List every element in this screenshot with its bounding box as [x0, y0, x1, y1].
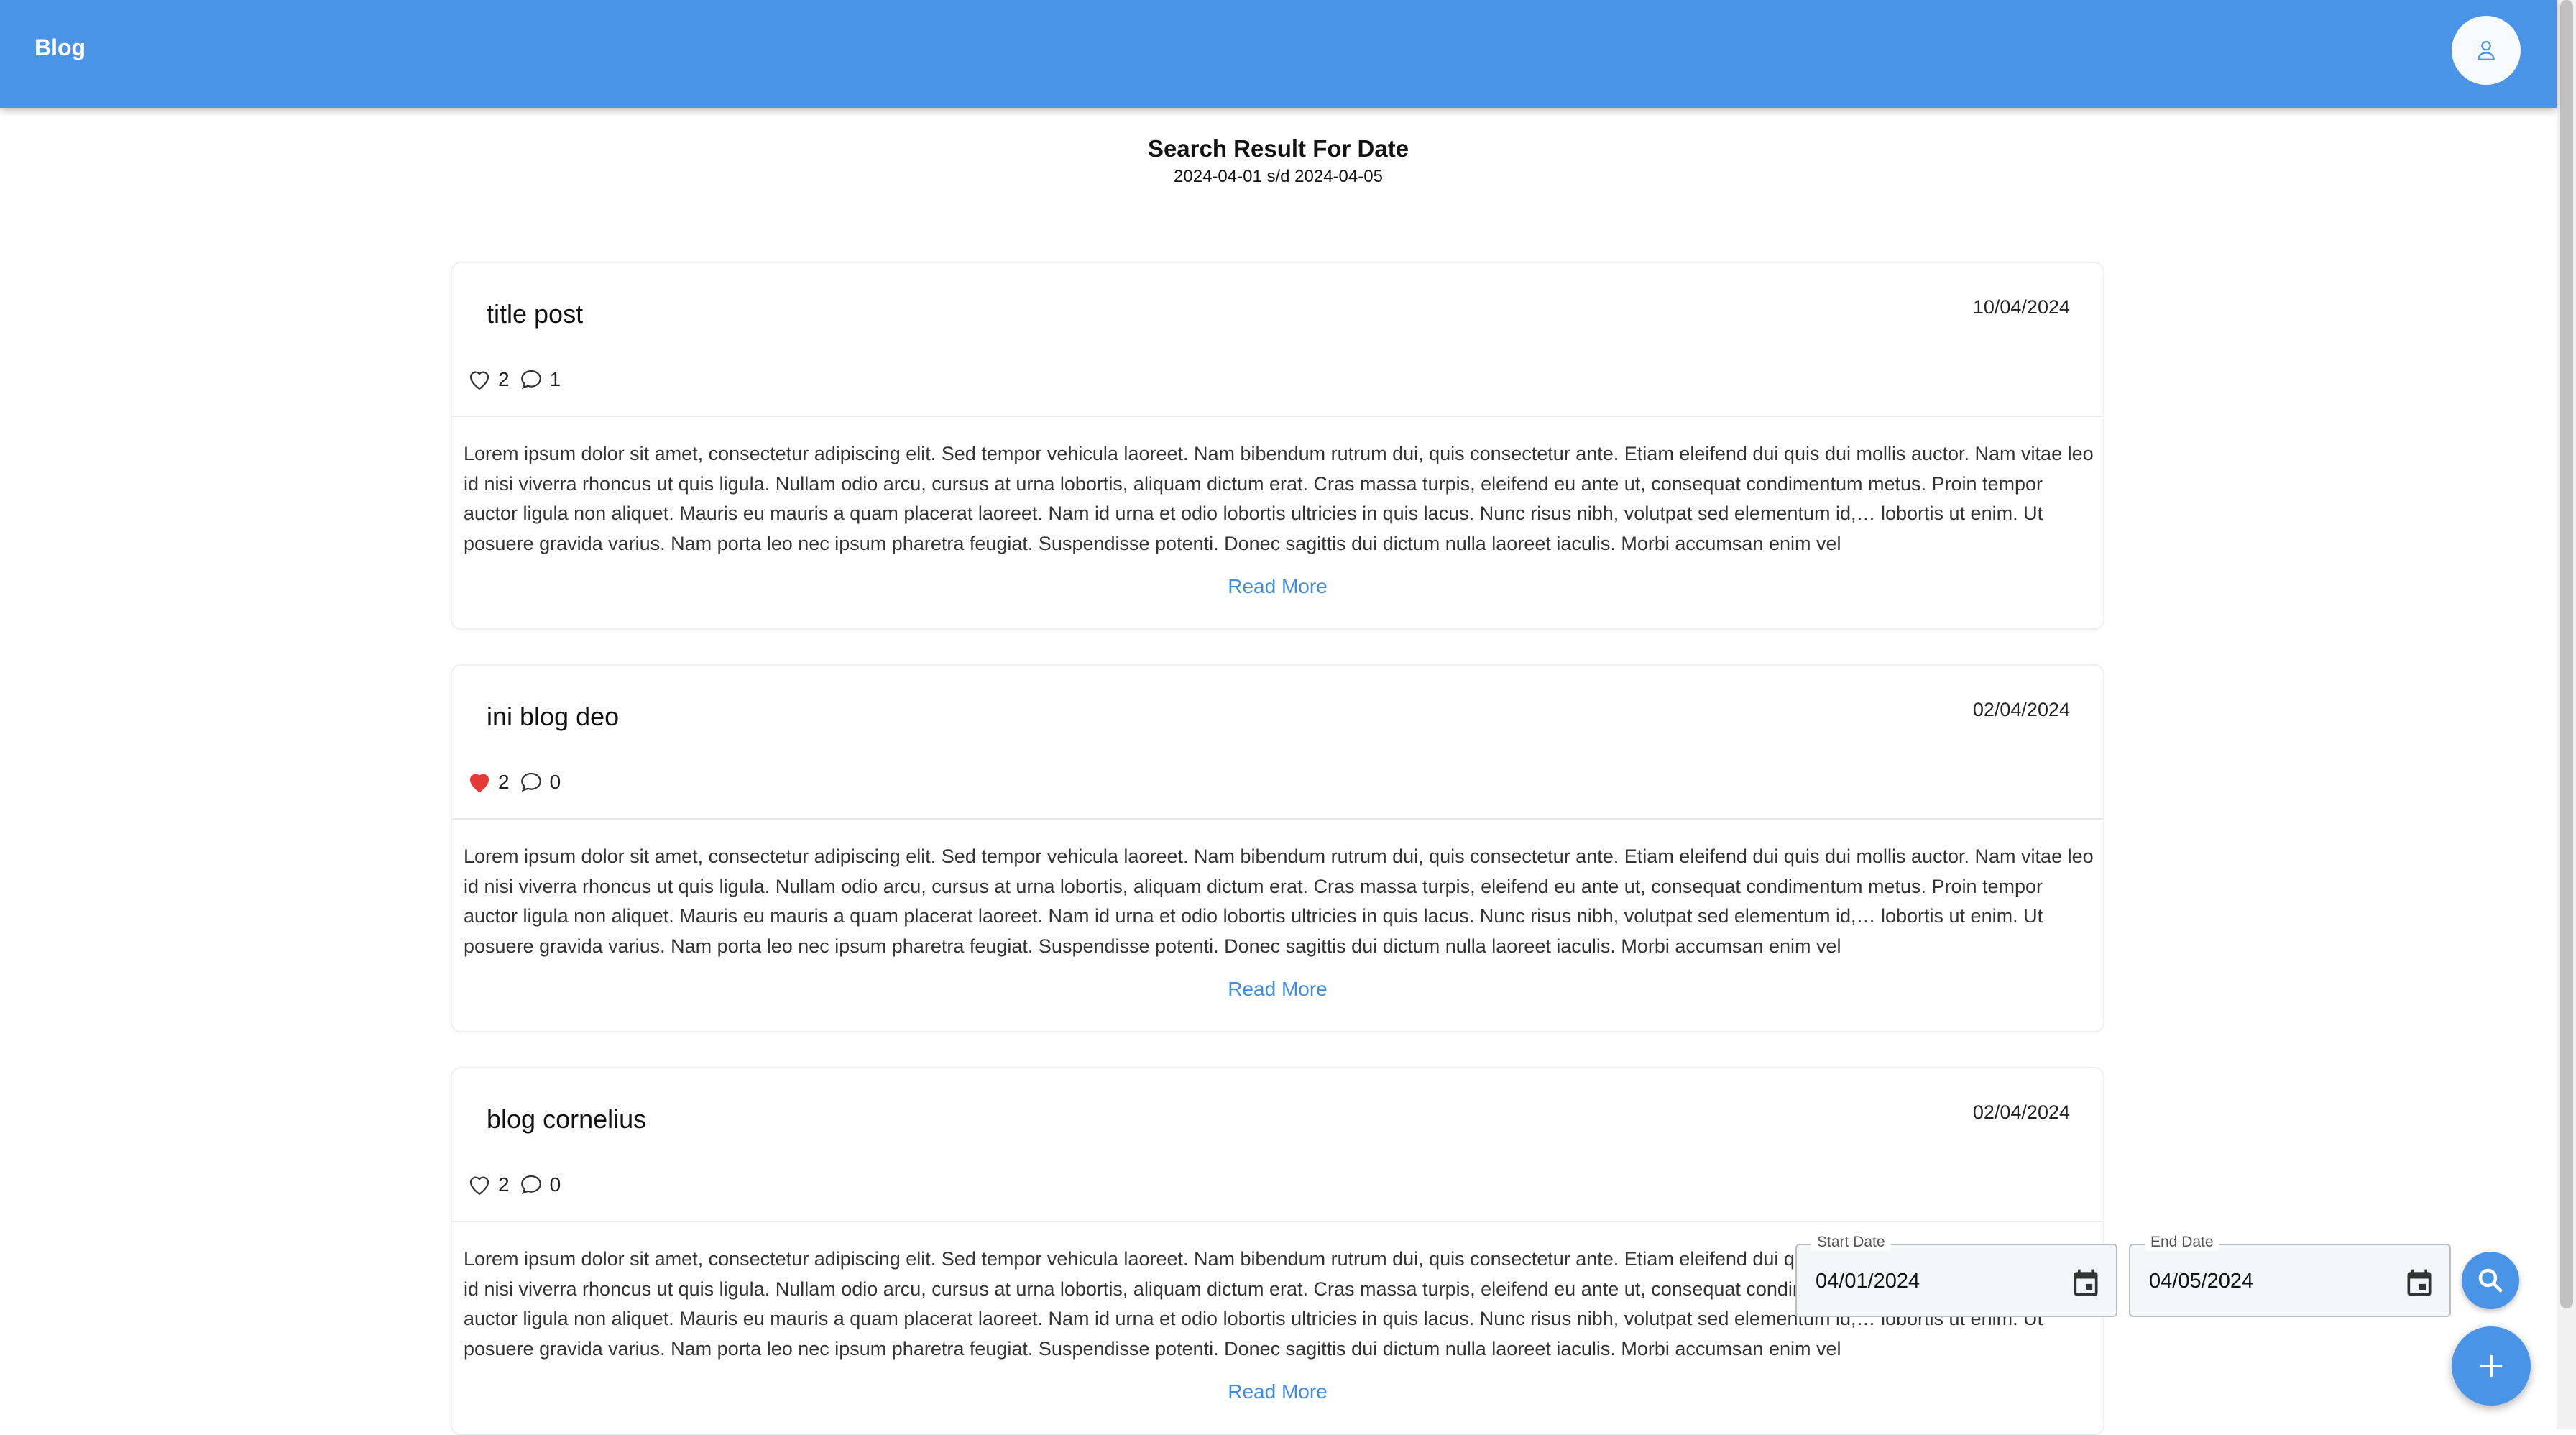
read-more-link[interactable]: Read More: [452, 575, 2103, 598]
post-excerpt: Lorem ipsum dolor sit amet, consectetur …: [464, 443, 2094, 554]
post-excerpt: Lorem ipsum dolor sit amet, consectetur …: [464, 845, 2094, 957]
profile-button[interactable]: [2452, 16, 2521, 85]
start-date-label: Start Date: [1811, 1234, 1891, 1251]
card-divider: [452, 416, 2103, 417]
start-date-value[interactable]: 04/01/2024: [1816, 1270, 1920, 1293]
end-date-field[interactable]: End Date 04/05/2024: [2129, 1234, 2451, 1317]
page-title: Search Result For Date: [1147, 135, 1409, 162]
user-icon: [2478, 40, 2495, 60]
start-date-field[interactable]: Start Date 04/01/2024: [1795, 1234, 2117, 1317]
like-count: 2: [498, 771, 510, 793]
like-count: 2: [498, 368, 510, 390]
post-date: 10/04/2024: [1972, 296, 2070, 318]
post-title[interactable]: blog cornelius: [487, 1104, 646, 1134]
add-post-button[interactable]: [2452, 1326, 2531, 1406]
calendar-icon[interactable]: [2070, 1267, 2102, 1298]
comment-icon[interactable]: [517, 768, 546, 797]
date-range-text: 2024-04-01 s/d 2024-04-05: [1174, 167, 1383, 186]
end-date-label: End Date: [2145, 1234, 2220, 1251]
end-date-value[interactable]: 04/05/2024: [2149, 1270, 2253, 1293]
post-stats: 2 0: [465, 1170, 568, 1199]
card-divider: [452, 1221, 2103, 1222]
comment-count: 0: [549, 771, 561, 793]
post-date: 02/04/2024: [1972, 1101, 2070, 1123]
post-date: 02/04/2024: [1972, 699, 2070, 720]
app-bar: Blog: [0, 0, 2557, 108]
comment-icon[interactable]: [517, 365, 546, 394]
comment-count: 1: [549, 368, 561, 390]
search-button[interactable]: [2462, 1252, 2519, 1309]
search-result-heading: Search Result For Date 2024-04-01 s/d 20…: [0, 135, 2557, 187]
read-more-link[interactable]: Read More: [452, 1380, 2103, 1403]
post-card: title post 10/04/2024 2 1 Lorem ipsum do…: [451, 262, 2104, 630]
page-scrollbar[interactable]: [2557, 0, 2576, 1429]
post-stats: 2 1: [465, 365, 568, 394]
heart-icon[interactable]: [465, 1170, 494, 1199]
comment-count: 0: [549, 1173, 561, 1196]
post-title[interactable]: ini blog deo: [487, 702, 619, 732]
post-stats: 2 0: [465, 768, 568, 797]
like-count: 2: [498, 1173, 510, 1196]
calendar-icon[interactable]: [2404, 1267, 2435, 1298]
post-card: ini blog deo 02/04/2024 2 0 Lorem ipsum …: [451, 664, 2104, 1032]
heart-filled-icon[interactable]: [465, 768, 494, 797]
plus-icon: [2480, 1354, 2503, 1377]
app-title[interactable]: Blog: [34, 35, 86, 61]
search-icon: [2478, 1268, 2503, 1293]
scrollbar-thumb[interactable]: [2560, 0, 2573, 1308]
read-more-link[interactable]: Read More: [452, 978, 2103, 1001]
post-title[interactable]: title post: [487, 299, 583, 329]
comment-icon[interactable]: [517, 1170, 546, 1199]
card-divider: [452, 818, 2103, 820]
heart-icon[interactable]: [465, 365, 494, 394]
